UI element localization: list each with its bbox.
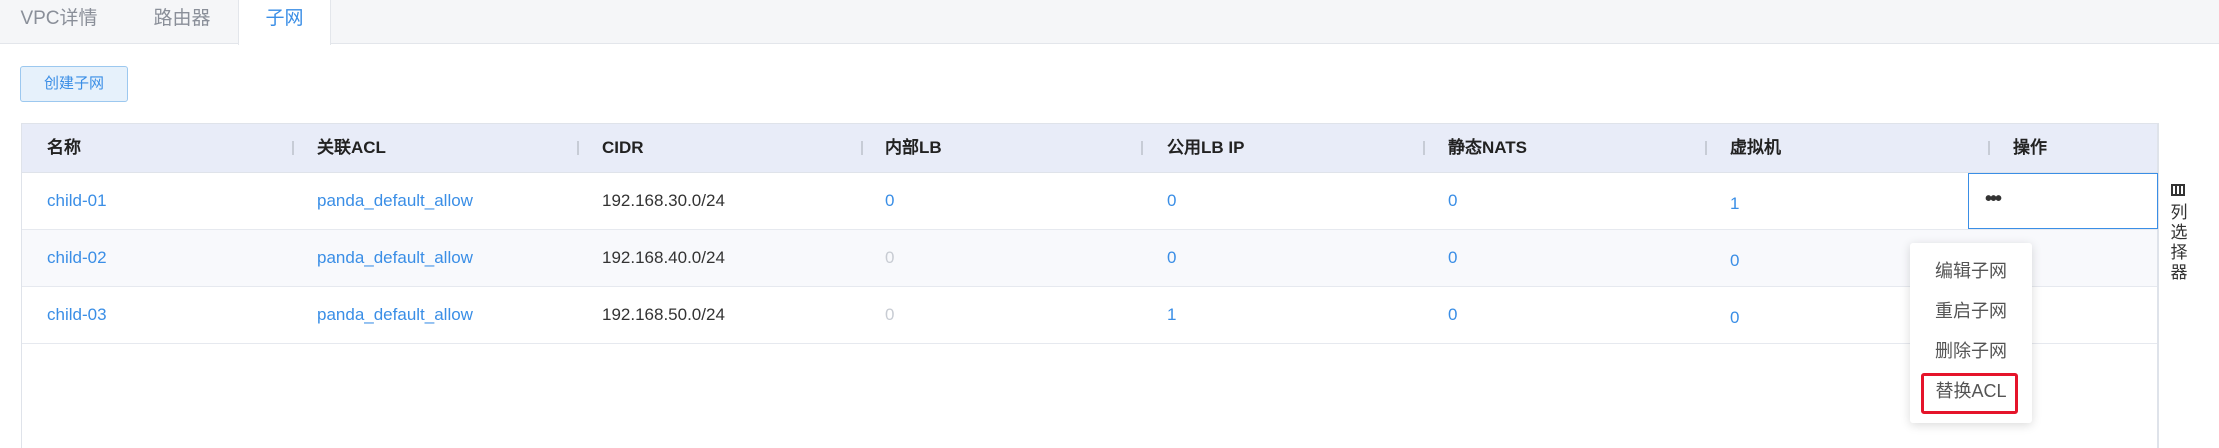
column-resize-handle[interactable] xyxy=(1988,141,1990,155)
column-resize-handle[interactable] xyxy=(577,141,579,155)
menu-item-replace-acl[interactable]: 替换ACL xyxy=(1910,373,2032,409)
public-lb-ip-link[interactable]: 0 xyxy=(1167,230,1176,286)
column-header-name: 名称 xyxy=(47,138,81,157)
subnet-name-link[interactable]: child-03 xyxy=(47,287,107,343)
public-lb-ip-link[interactable]: 1 xyxy=(1167,287,1176,343)
internal-lb-value: 0 xyxy=(885,248,895,267)
column-header-static-nats: 静态NATS xyxy=(1448,138,1528,157)
cidr-value: 192.168.30.0/24 xyxy=(602,191,725,210)
create-subnet-button[interactable]: 创建子网 xyxy=(20,66,128,102)
table-row: child-03 panda_default_allow 192.168.50.… xyxy=(22,287,2157,344)
tab-bar: VPC详情 路由器 子网 xyxy=(0,0,2219,45)
column-header-public-lb-ip: 公用LB IP xyxy=(1167,138,1245,157)
subnet-name-link[interactable]: child-01 xyxy=(47,173,107,229)
menu-item-delete-subnet[interactable]: 删除子网 xyxy=(1910,333,2032,369)
columns-icon xyxy=(2171,184,2185,196)
column-header-actions: 操作 xyxy=(2013,138,2047,157)
acl-link[interactable]: panda_default_allow xyxy=(317,287,473,343)
static-nats-link[interactable]: 0 xyxy=(1448,173,1457,229)
public-lb-ip-link[interactable]: 0 xyxy=(1167,173,1176,229)
tab-router[interactable]: 路由器 xyxy=(124,0,240,44)
table-row: child-01 panda_default_allow 192.168.30.… xyxy=(22,173,2157,230)
acl-link[interactable]: panda_default_allow xyxy=(317,173,473,229)
vms-link[interactable]: 1 xyxy=(1730,176,1739,232)
column-chooser[interactable]: 列选择器 xyxy=(2158,123,2198,448)
static-nats-link[interactable]: 0 xyxy=(1448,230,1457,286)
tab-vpc-details[interactable]: VPC详情 xyxy=(0,0,118,44)
row-actions-menu: 编辑子网 重启子网 删除子网 替换ACL xyxy=(1910,243,2032,423)
column-resize-handle[interactable] xyxy=(861,141,863,155)
subnet-table: 名称 关联ACL CIDR 内部LB 公用LB IP 静态NATS 虚拟机 操作… xyxy=(21,123,2158,448)
subnet-name-link[interactable]: child-02 xyxy=(47,230,107,286)
column-resize-handle[interactable] xyxy=(1423,141,1425,155)
column-header-vms: 虚拟机 xyxy=(1730,138,1781,157)
column-resize-handle[interactable] xyxy=(1705,141,1707,155)
internal-lb-link[interactable]: 0 xyxy=(885,173,894,229)
static-nats-link[interactable]: 0 xyxy=(1448,287,1457,343)
column-resize-handle[interactable] xyxy=(292,141,294,155)
menu-item-edit-subnet[interactable]: 编辑子网 xyxy=(1910,253,2032,289)
menu-item-restart-subnet[interactable]: 重启子网 xyxy=(1910,293,2032,329)
acl-link[interactable]: panda_default_allow xyxy=(317,230,473,286)
internal-lb-value: 0 xyxy=(885,305,895,324)
vms-link[interactable]: 0 xyxy=(1730,233,1739,289)
column-header-cidr: CIDR xyxy=(602,138,644,157)
table-header: 名称 关联ACL CIDR 内部LB 公用LB IP 静态NATS 虚拟机 操作 xyxy=(22,123,2157,173)
more-actions-icon[interactable]: ••• xyxy=(1985,188,2002,211)
vms-link[interactable]: 0 xyxy=(1730,290,1739,346)
column-header-internal-lb: 内部LB xyxy=(885,138,942,157)
column-chooser-label: 列选择器 xyxy=(2170,203,2188,282)
cidr-value: 192.168.50.0/24 xyxy=(602,305,725,324)
cidr-value: 192.168.40.0/24 xyxy=(602,248,725,267)
row-actions-cell[interactable]: ••• xyxy=(1968,173,2158,229)
column-header-acl: 关联ACL xyxy=(317,138,386,157)
table-row: child-02 panda_default_allow 192.168.40.… xyxy=(22,230,2157,287)
column-resize-handle[interactable] xyxy=(1141,141,1143,155)
tab-subnet[interactable]: 子网 xyxy=(238,0,331,45)
